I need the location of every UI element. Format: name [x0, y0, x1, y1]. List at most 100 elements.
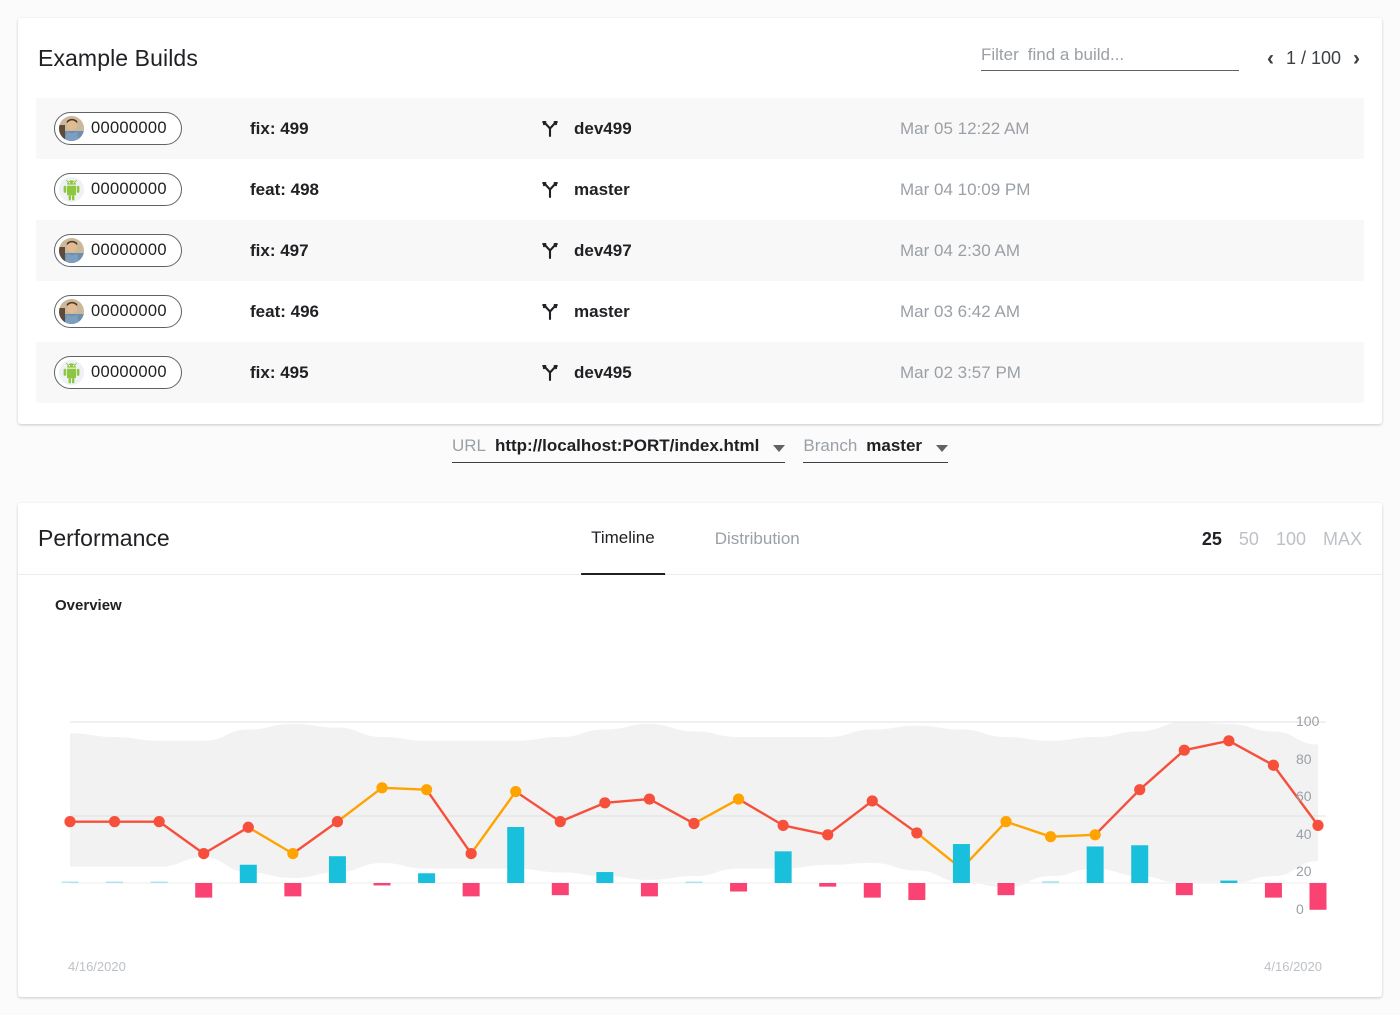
commit-chip[interactable]: 00000000: [54, 355, 182, 389]
branch-label: dev497: [574, 240, 632, 260]
bar[interactable]: [640, 883, 658, 897]
branch-cell: dev495: [540, 363, 900, 383]
bar[interactable]: [328, 856, 346, 883]
bar[interactable]: [1086, 846, 1104, 883]
table-row[interactable]: 00000000 fix: 499 dev499 Mar 05 12:22 AM: [36, 98, 1364, 159]
branch-value: master: [866, 436, 923, 455]
build-timestamp: Mar 02 3:57 PM: [900, 362, 1021, 382]
android-avatar: [59, 176, 84, 202]
builds-header: Example Builds Filter ‹ 1 / 100 ›: [18, 18, 1382, 98]
bar[interactable]: [1131, 845, 1149, 883]
builds-card: Example Builds Filter ‹ 1 / 100 › 000000…: [18, 18, 1382, 424]
git-branch-icon: [540, 241, 560, 261]
bar[interactable]: [863, 883, 881, 898]
bar[interactable]: [730, 883, 748, 892]
sample-count-100[interactable]: 100: [1276, 529, 1306, 550]
commit-message: fix: 497: [250, 240, 309, 260]
branch-selector[interactable]: Branch master: [803, 436, 949, 463]
bar[interactable]: [819, 883, 837, 887]
build-hash-cell: 00000000: [54, 172, 250, 207]
bar[interactable]: [462, 883, 480, 897]
photo-avatar: [59, 115, 84, 141]
performance-card: Performance Timeline Distribution 25 50 100…: [18, 503, 1382, 997]
search-input[interactable]: [1027, 45, 1213, 65]
commit-hash: 00000000: [91, 240, 167, 259]
bar[interactable]: [150, 881, 168, 884]
sample-count-selector: 25 50 100 MAX: [1202, 503, 1362, 575]
bar[interactable]: [908, 883, 926, 901]
chevron-right-icon[interactable]: ›: [1351, 48, 1362, 69]
bar[interactable]: [418, 873, 436, 883]
android-avatar: [59, 359, 84, 385]
filter-field[interactable]: Filter: [980, 45, 1239, 71]
bar[interactable]: [507, 827, 525, 883]
bar[interactable]: [1264, 883, 1282, 898]
git-branch-icon-art: [542, 181, 558, 198]
chevron-down-icon[interactable]: [936, 444, 949, 452]
bar[interactable]: [373, 883, 391, 886]
bar[interactable]: [997, 883, 1015, 896]
build-timestamp: Mar 04 2:30 AM: [900, 240, 1021, 260]
bar[interactable]: [239, 864, 257, 883]
builds-list: 00000000 fix: 499 dev499 Mar 05 12:22 AM 000…: [18, 98, 1382, 403]
build-hash-cell: 00000000: [54, 355, 250, 390]
y-tick-0: 0: [1296, 901, 1304, 917]
photo-avatar-art: [59, 237, 84, 263]
performance-title: Performance: [38, 525, 170, 551]
distribution-band: [70, 722, 1318, 888]
branch-cell: dev499: [540, 119, 900, 139]
chevron-left-icon[interactable]: ‹: [1265, 48, 1276, 69]
x-axis-end-label: 4/16/2020: [1264, 959, 1322, 974]
branch-label: dev495: [574, 362, 632, 382]
y-tick-100: 100: [1296, 713, 1320, 729]
commit-chip[interactable]: 00000000: [54, 294, 182, 328]
y-tick-80: 80: [1296, 750, 1312, 767]
branch-label: Branch: [803, 436, 858, 455]
bar[interactable]: [195, 883, 213, 898]
git-branch-icon-art: [542, 364, 558, 381]
table-row[interactable]: 00000000 feat: 496 master Mar 03 6:42 AM: [36, 281, 1364, 342]
performance-body: Overview 100 80 60 40 20 0 4/16/2020 4/16/202…: [18, 575, 1382, 996]
branch-cell: master: [540, 302, 900, 322]
android-avatar-art: [59, 176, 84, 202]
git-branch-icon: [540, 302, 560, 322]
bar[interactable]: [551, 883, 569, 896]
tab-timeline[interactable]: Timeline: [581, 503, 665, 575]
sample-count-max[interactable]: MAX: [1323, 529, 1362, 550]
commit-chip[interactable]: 00000000: [54, 111, 182, 145]
sample-count-50[interactable]: 50: [1239, 529, 1259, 550]
url-label: URL: [451, 436, 486, 455]
y-tick-20: 20: [1296, 863, 1312, 880]
table-row[interactable]: 00000000 feat: 498 master Mar 04 10:09 PM: [36, 159, 1364, 220]
commit-message: feat: 498: [250, 179, 319, 199]
bar[interactable]: [1220, 880, 1238, 883]
performance-tabs: Timeline Distribution: [581, 503, 810, 575]
url-selector[interactable]: URL http://localhost:PORT/index.html: [451, 436, 786, 463]
table-row[interactable]: 00000000 fix: 497 dev497 Mar 04 2:30 AM: [36, 220, 1364, 281]
commit-chip[interactable]: 00000000: [54, 172, 182, 206]
bar[interactable]: [952, 844, 970, 883]
sample-count-25[interactable]: 25: [1202, 529, 1222, 550]
bar[interactable]: [1175, 883, 1193, 896]
bar[interactable]: [596, 872, 614, 883]
commit-hash: 00000000: [91, 301, 167, 320]
git-branch-icon: [540, 180, 560, 200]
build-hash-cell: 00000000: [54, 294, 250, 329]
bar[interactable]: [61, 881, 79, 884]
git-branch-icon: [540, 119, 560, 139]
chevron-down-icon[interactable]: [773, 444, 786, 452]
app-root: Example Builds Filter ‹ 1 / 100 › 000000…: [0, 0, 1400, 1015]
timeline-chart[interactable]: [18, 575, 1382, 996]
performance-header: Performance Timeline Distribution 25 50 100…: [18, 503, 1382, 575]
bar[interactable]: [106, 881, 124, 884]
commit-chip[interactable]: 00000000: [54, 233, 182, 267]
commit-message: fix: 495: [250, 362, 309, 382]
bar[interactable]: [685, 881, 703, 884]
bar[interactable]: [1042, 881, 1060, 883]
url-value: http://localhost:PORT/index.html: [494, 436, 760, 455]
page-title: Example Builds: [38, 44, 198, 71]
bar[interactable]: [284, 883, 302, 897]
table-row[interactable]: 00000000 fix: 495 dev495 Mar 02 3:57 PM: [36, 342, 1364, 403]
bar[interactable]: [774, 851, 792, 883]
tab-distribution[interactable]: Distribution: [705, 503, 810, 575]
